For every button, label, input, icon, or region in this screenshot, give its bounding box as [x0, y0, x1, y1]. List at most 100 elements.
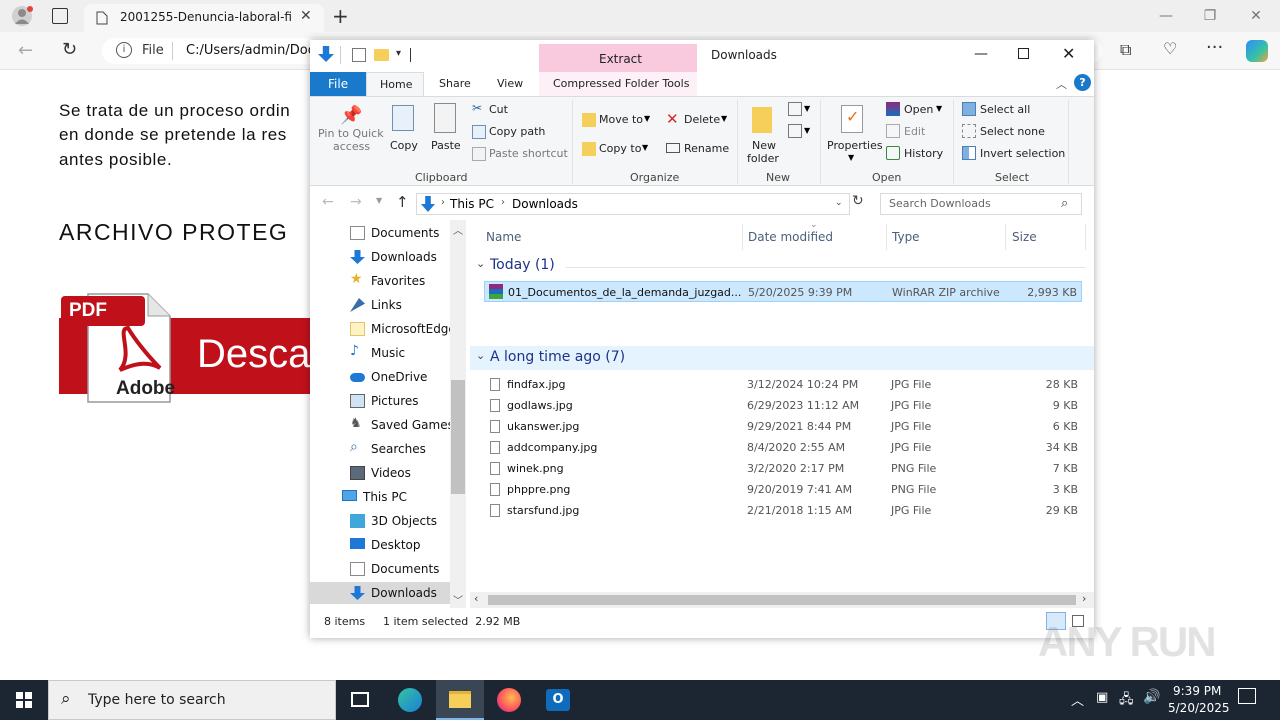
column-name[interactable]: Name — [486, 230, 521, 244]
nav-item-music[interactable]: ♪ Music — [310, 342, 450, 364]
nav-item-favorites[interactable]: ★ Favorites — [310, 270, 450, 292]
properties-button[interactable]: ✓ Properties ▼ — [824, 99, 883, 163]
close-window-icon[interactable]: ✕ — [1062, 44, 1075, 63]
scroll-left-icon[interactable]: ‹ — [474, 592, 478, 605]
back-icon[interactable]: ← — [18, 40, 33, 61]
paste-button[interactable]: Paste — [426, 99, 464, 163]
health-icon[interactable]: ♡ — [1163, 39, 1177, 58]
nav-item-saved-games[interactable]: ♞ Saved Games — [310, 414, 454, 436]
search-downloads-field[interactable]: Search Downloads ⌕ — [880, 193, 1082, 215]
new-tab-icon[interactable]: + — [332, 4, 349, 28]
tab-file[interactable]: File — [310, 72, 366, 96]
select-all-button[interactable]: Select all — [960, 101, 1060, 119]
table-row[interactable]: winek.png 3/2/2020 2:17 PM PNG File 7 KB — [484, 458, 1082, 479]
tab-share[interactable]: Share — [439, 77, 471, 90]
nav-item-documents-2[interactable]: Documents — [310, 558, 450, 580]
easy-access-button[interactable]: ▼ — [786, 123, 816, 141]
taskbar-outlook[interactable]: O — [534, 680, 582, 720]
move-to-button[interactable]: Move to ▼ — [580, 111, 660, 129]
scroll-right-icon[interactable]: › — [1082, 592, 1086, 605]
new-item-button[interactable]: ▼ — [786, 101, 816, 119]
taskbar-firefox[interactable] — [485, 680, 533, 720]
tab-home[interactable]: Home — [366, 72, 424, 97]
clock-time[interactable]: 9:39 PM — [1173, 684, 1221, 698]
column-date-modified[interactable]: Date modified — [748, 230, 833, 244]
copilot-icon[interactable] — [1246, 40, 1268, 62]
history-button[interactable]: History — [884, 145, 948, 163]
delete-button[interactable]: ✕ Delete ▼ — [664, 110, 734, 129]
nav-item-links[interactable]: Links — [310, 294, 450, 316]
group-header-today[interactable]: ⌄ Today (1) — [470, 256, 1090, 276]
clock-date[interactable]: 5/20/2025 — [1168, 701, 1230, 715]
nav-pane-scrollbar[interactable]: ︿ ﹀ — [450, 220, 466, 608]
table-row[interactable]: ukanswer.jpg 9/29/2021 8:44 PM JPG File … — [484, 416, 1082, 437]
properties-qat-icon[interactable] — [352, 48, 366, 62]
group-header-long-ago[interactable]: ⌄ A long time ago (7) — [470, 346, 1094, 370]
browser-tab-active[interactable]: 2001255-Denuncia-laboral-fiscal- ✕ — [84, 4, 324, 32]
edit-button[interactable]: Edit — [884, 123, 944, 141]
paste-shortcut-button[interactable]: Paste shortcut — [470, 145, 574, 163]
qat-dropdown-icon[interactable]: ▾ — [396, 48, 401, 59]
nav-item-onedrive[interactable]: OneDrive — [310, 366, 450, 388]
scroll-thumb[interactable] — [451, 380, 465, 494]
refresh-icon[interactable]: ↻ — [62, 39, 77, 60]
context-tab-extract[interactable]: Extract — [539, 44, 697, 72]
recent-locations-icon[interactable]: ▼ — [376, 196, 382, 205]
table-row[interactable]: findfax.jpg 3/12/2024 10:24 PM JPG File … — [484, 374, 1082, 395]
select-none-button[interactable]: Select none — [960, 123, 1060, 141]
search-icon[interactable]: ⌕ — [1061, 196, 1068, 211]
nav-item-desktop[interactable]: Desktop — [310, 534, 450, 556]
tab-compressed-folder-tools[interactable]: Compressed Folder Tools — [553, 77, 689, 90]
minimize-icon[interactable]: — — [974, 46, 988, 62]
scroll-up-icon[interactable]: ︿ — [453, 222, 463, 237]
close-tab-icon[interactable]: ✕ — [300, 8, 312, 24]
network-icon[interactable]: 🖧 — [1119, 690, 1134, 712]
table-row[interactable]: addcompany.jpg 8/4/2020 2:55 AM JPG File… — [484, 437, 1082, 458]
taskbar-file-explorer[interactable] — [436, 680, 484, 720]
open-button[interactable]: Open ▼ — [884, 101, 948, 119]
up-folder-icon[interactable]: ↑ — [396, 193, 409, 211]
more-menu-icon[interactable]: ··· — [1206, 37, 1223, 58]
forward-nav-icon[interactable]: → — [350, 194, 362, 210]
taskbar-edge[interactable] — [386, 680, 434, 720]
device-icon[interactable]: ▣ — [1096, 690, 1108, 705]
table-row[interactable]: phppre.png 9/20/2019 7:41 AM PNG File 3 … — [484, 479, 1082, 500]
help-icon[interactable]: ? — [1074, 74, 1091, 91]
column-type[interactable]: Type — [892, 230, 920, 244]
collapse-group-icon[interactable]: ⌄ — [476, 349, 485, 362]
table-row-selected[interactable]: 01_Documentos_de_la_demanda_juzgad... 5/… — [484, 281, 1082, 302]
breadcrumb-downloads[interactable]: Downloads — [512, 197, 578, 211]
nav-item-documents[interactable]: Documents — [310, 222, 450, 244]
collapse-ribbon-icon[interactable]: ︿ — [1056, 76, 1067, 92]
quick-access-icon[interactable] — [318, 46, 334, 62]
nav-item-downloads[interactable]: Downloads — [310, 246, 450, 268]
tab-view[interactable]: View — [497, 77, 523, 90]
minimize-browser-icon[interactable]: — — [1156, 6, 1176, 26]
breadcrumb[interactable]: › This PC › Downloads ⌄ — [416, 193, 850, 215]
task-view-button[interactable] — [336, 680, 384, 720]
notifications-icon[interactable] — [1238, 688, 1256, 704]
volume-icon[interactable]: 🔊 — [1143, 689, 1160, 705]
taskbar-search-box[interactable]: ⌕ Type here to search — [48, 680, 336, 720]
new-folder-button[interactable]: New folder — [742, 99, 782, 165]
table-row[interactable]: godlaws.jpg 6/29/2023 11:12 AM JPG File … — [484, 395, 1082, 416]
tab-actions-icon[interactable] — [52, 8, 68, 24]
close-browser-icon[interactable]: ✕ — [1246, 6, 1266, 26]
extensions-icon[interactable]: ⧉ — [1120, 40, 1131, 60]
table-row[interactable]: starsfund.jpg 2/21/2018 1:15 AM JPG File… — [484, 500, 1082, 521]
scroll-down-icon[interactable]: ﹀ — [453, 592, 463, 607]
refresh-folder-icon[interactable]: ↻ — [852, 193, 864, 209]
back-nav-icon[interactable]: ← — [322, 194, 334, 210]
copy-to-button[interactable]: Copy to ▼ — [580, 140, 660, 158]
breadcrumb-this-pc[interactable]: This PC — [450, 197, 494, 211]
copy-path-button[interactable]: Copy path — [470, 123, 570, 141]
nav-item-videos[interactable]: Videos — [310, 462, 450, 484]
nav-item-pictures[interactable]: Pictures — [310, 390, 450, 412]
nav-item-microsoftedge[interactable]: MicrosoftEdge — [310, 318, 456, 340]
invert-selection-button[interactable]: Invert selection — [960, 145, 1070, 163]
nav-item-downloads-selected[interactable]: Downloads — [310, 582, 450, 604]
hscroll-thumb[interactable] — [488, 595, 1076, 605]
maximize-icon[interactable] — [1018, 48, 1029, 59]
show-hidden-icons[interactable]: ︿ — [1071, 690, 1084, 709]
file-list-hscrollbar[interactable]: ‹ › — [470, 592, 1094, 608]
